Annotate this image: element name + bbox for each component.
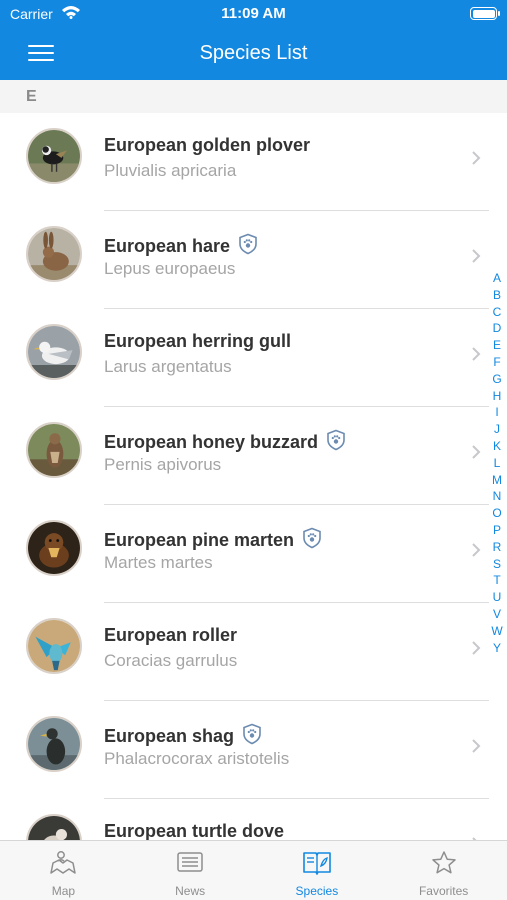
index-letter[interactable]: W (487, 623, 507, 640)
species-thumbnail (26, 520, 82, 576)
chevron-right-icon (472, 641, 481, 655)
species-common-name: European golden plover (104, 135, 311, 155)
tab-favorites[interactable]: Favorites (380, 841, 507, 900)
tab-bar: Map News Species Favorites (0, 840, 507, 900)
section-letter: E (26, 88, 37, 105)
protected-shield-icon (303, 527, 321, 549)
section-header: E (0, 80, 507, 113)
species-common-name: European hare (104, 233, 258, 257)
tab-map[interactable]: Map (0, 841, 127, 900)
tab-label: News (175, 884, 206, 898)
index-letter[interactable]: G (487, 371, 507, 388)
species-common-name: European honey buzzard (104, 429, 346, 453)
tab-label: Favorites (418, 884, 469, 898)
index-letter[interactable]: H (487, 388, 507, 405)
species-row[interactable]: European pine marten Martes martes (0, 505, 507, 603)
species-book-icon (303, 852, 331, 875)
index-letter[interactable]: F (487, 354, 507, 371)
tab-species[interactable]: Species (254, 841, 381, 900)
index-letter[interactable]: E (487, 337, 507, 354)
species-common-name: European turtle dove (104, 821, 285, 840)
index-letter[interactable]: J (487, 421, 507, 438)
species-latin-name: Lepus europaeus (104, 259, 236, 278)
chevron-right-icon (472, 347, 481, 361)
tab-label: Map (51, 884, 76, 898)
index-letter[interactable]: A (487, 270, 507, 287)
index-letter[interactable]: O (487, 505, 507, 522)
status-bar: Carrier 11:09 AM (0, 0, 507, 28)
index-letter[interactable]: V (487, 606, 507, 623)
species-thumbnail (26, 128, 82, 184)
alphabet-index[interactable]: A B C D E F G H I J K L M N O P R S T U … (487, 270, 507, 656)
index-letter[interactable]: P (487, 522, 507, 539)
index-letter[interactable]: C (487, 304, 507, 321)
species-thumbnail (26, 814, 82, 840)
species-latin-name: Pluvialis apricaria (104, 161, 237, 180)
chevron-right-icon (472, 445, 481, 459)
news-icon (177, 852, 203, 872)
species-thumbnail (26, 618, 82, 674)
index-letter[interactable]: U (487, 589, 507, 606)
species-thumbnail (26, 226, 82, 282)
species-latin-name: Phalacrocorax aristotelis (104, 749, 290, 768)
index-letter[interactable]: Y (487, 640, 507, 657)
species-row[interactable]: European golden plover Pluvialis apricar… (0, 113, 507, 211)
species-common-name: European pine marten (104, 527, 322, 551)
index-letter[interactable]: B (487, 287, 507, 304)
species-row[interactable]: European herring gull Larus argentatus (0, 309, 507, 407)
species-row[interactable]: European turtle dove (0, 799, 507, 840)
chevron-right-icon (472, 543, 481, 557)
species-row[interactable]: European roller Coracias garrulus (0, 603, 507, 701)
index-letter[interactable]: R (487, 539, 507, 556)
index-letter[interactable]: L (487, 455, 507, 472)
species-row[interactable]: European honey buzzard Pernis apivorus (0, 407, 507, 505)
index-letter[interactable]: M (487, 472, 507, 489)
species-list[interactable]: European golden plover Pluvialis apricar… (0, 113, 507, 840)
chevron-right-icon (472, 151, 481, 165)
nav-bar: Species List (0, 28, 507, 80)
index-letter[interactable]: S (487, 556, 507, 573)
chevron-right-icon (472, 739, 481, 753)
page-title: Species List (199, 42, 308, 64)
species-common-name: European shag (104, 723, 262, 747)
species-row[interactable]: European shag Phalacrocorax aristotelis (0, 701, 507, 799)
map-icon (50, 851, 77, 874)
star-icon (431, 851, 456, 874)
protected-shield-icon (243, 723, 261, 745)
status-time: 11:09 AM (221, 5, 286, 22)
chevron-right-icon (472, 249, 481, 263)
species-thumbnail (26, 324, 82, 380)
species-latin-name: Pernis apivorus (104, 455, 222, 474)
species-latin-name: Larus argentatus (104, 357, 232, 376)
species-common-name: European herring gull (104, 331, 292, 351)
index-letter[interactable]: T (487, 572, 507, 589)
index-letter[interactable]: D (487, 320, 507, 337)
index-letter[interactable]: N (487, 488, 507, 505)
tab-news[interactable]: News (127, 841, 254, 900)
species-thumbnail (26, 716, 82, 772)
species-common-name: European roller (104, 625, 238, 645)
species-latin-name: Martes martes (104, 553, 213, 572)
index-letter[interactable]: K (487, 438, 507, 455)
species-latin-name: Coracias garrulus (104, 651, 238, 670)
species-row[interactable]: European hare Lepus europaeus (0, 211, 507, 309)
protected-shield-icon (239, 233, 257, 255)
species-thumbnail (26, 422, 82, 478)
battery-icon (470, 7, 500, 20)
tab-label: Species (295, 884, 339, 898)
protected-shield-icon (327, 429, 345, 451)
index-letter[interactable]: I (487, 404, 507, 421)
